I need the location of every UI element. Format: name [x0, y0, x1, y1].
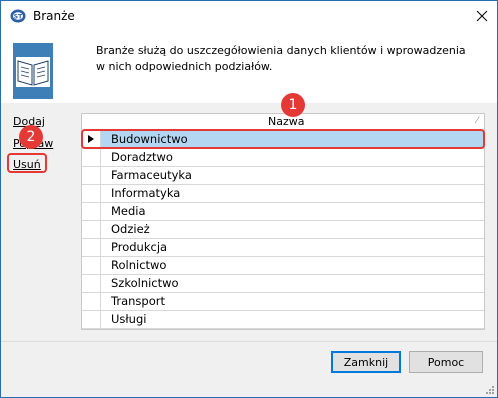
window-title: Branże [33, 9, 75, 23]
row-selector[interactable] [82, 257, 101, 274]
branze-dialog: ST Branże Branże służą do uszczegółowien… [0, 0, 498, 398]
row-name-cell: Informatyka [111, 186, 181, 200]
title-bar: ST Branże [1, 1, 497, 31]
row-name-cell: Szkolnictwo [111, 276, 179, 290]
row-name-cell: Media [111, 204, 146, 218]
highlight-delete-link [7, 153, 47, 173]
table-row[interactable]: Transport [82, 293, 484, 311]
close-icon[interactable] [471, 5, 493, 27]
row-selector[interactable] [82, 149, 101, 166]
svg-text:ST: ST [14, 14, 23, 21]
row-selector[interactable] [82, 239, 101, 256]
help-button[interactable]: Pomoc [409, 351, 483, 373]
close-button[interactable]: Zamknij [331, 351, 401, 373]
row-selector[interactable] [82, 293, 101, 310]
resize-grip-icon[interactable] [485, 385, 495, 395]
row-selector[interactable] [82, 311, 101, 328]
row-name-cell: Usługi [111, 312, 147, 326]
callout-badge-1: 1 [281, 93, 305, 117]
table-row[interactable]: Rolnictwo [82, 257, 484, 275]
column-header-label: Nazwa [268, 115, 305, 128]
table-row[interactable]: Odzież [82, 221, 484, 239]
callout-badge-2: 2 [19, 125, 43, 149]
header-description: Branże służą do uszczegółowienia danych … [96, 44, 466, 73]
row-name-cell: Odzież [111, 222, 150, 236]
table-row[interactable]: Media [82, 203, 484, 221]
row-selector[interactable] [82, 185, 101, 202]
row-name-cell: Transport [111, 294, 165, 308]
sort-indicator-icon: ⁄ [476, 116, 478, 126]
table-row[interactable]: Informatyka [82, 185, 484, 203]
table-row[interactable]: Produkcja [82, 239, 484, 257]
row-selector[interactable] [82, 221, 101, 238]
table-row[interactable]: Farmaceutyka [82, 167, 484, 185]
table-row[interactable]: Usługi [82, 311, 484, 329]
footer-divider [1, 341, 497, 342]
row-name-cell: Farmaceutyka [111, 168, 192, 182]
row-selector[interactable] [82, 167, 101, 184]
row-name-cell: Rolnictwo [111, 258, 167, 272]
row-selector[interactable] [82, 203, 101, 220]
row-name-cell: Doradztwo [111, 150, 173, 164]
table-row[interactable]: Doradztwo [82, 149, 484, 167]
row-selector[interactable] [82, 275, 101, 292]
open-book-icon [13, 43, 53, 99]
row-name-cell: Produkcja [111, 240, 168, 254]
table-row[interactable]: Szkolnictwo [82, 275, 484, 293]
highlight-selected-row [81, 129, 485, 149]
app-logo-icon: ST [10, 9, 26, 23]
